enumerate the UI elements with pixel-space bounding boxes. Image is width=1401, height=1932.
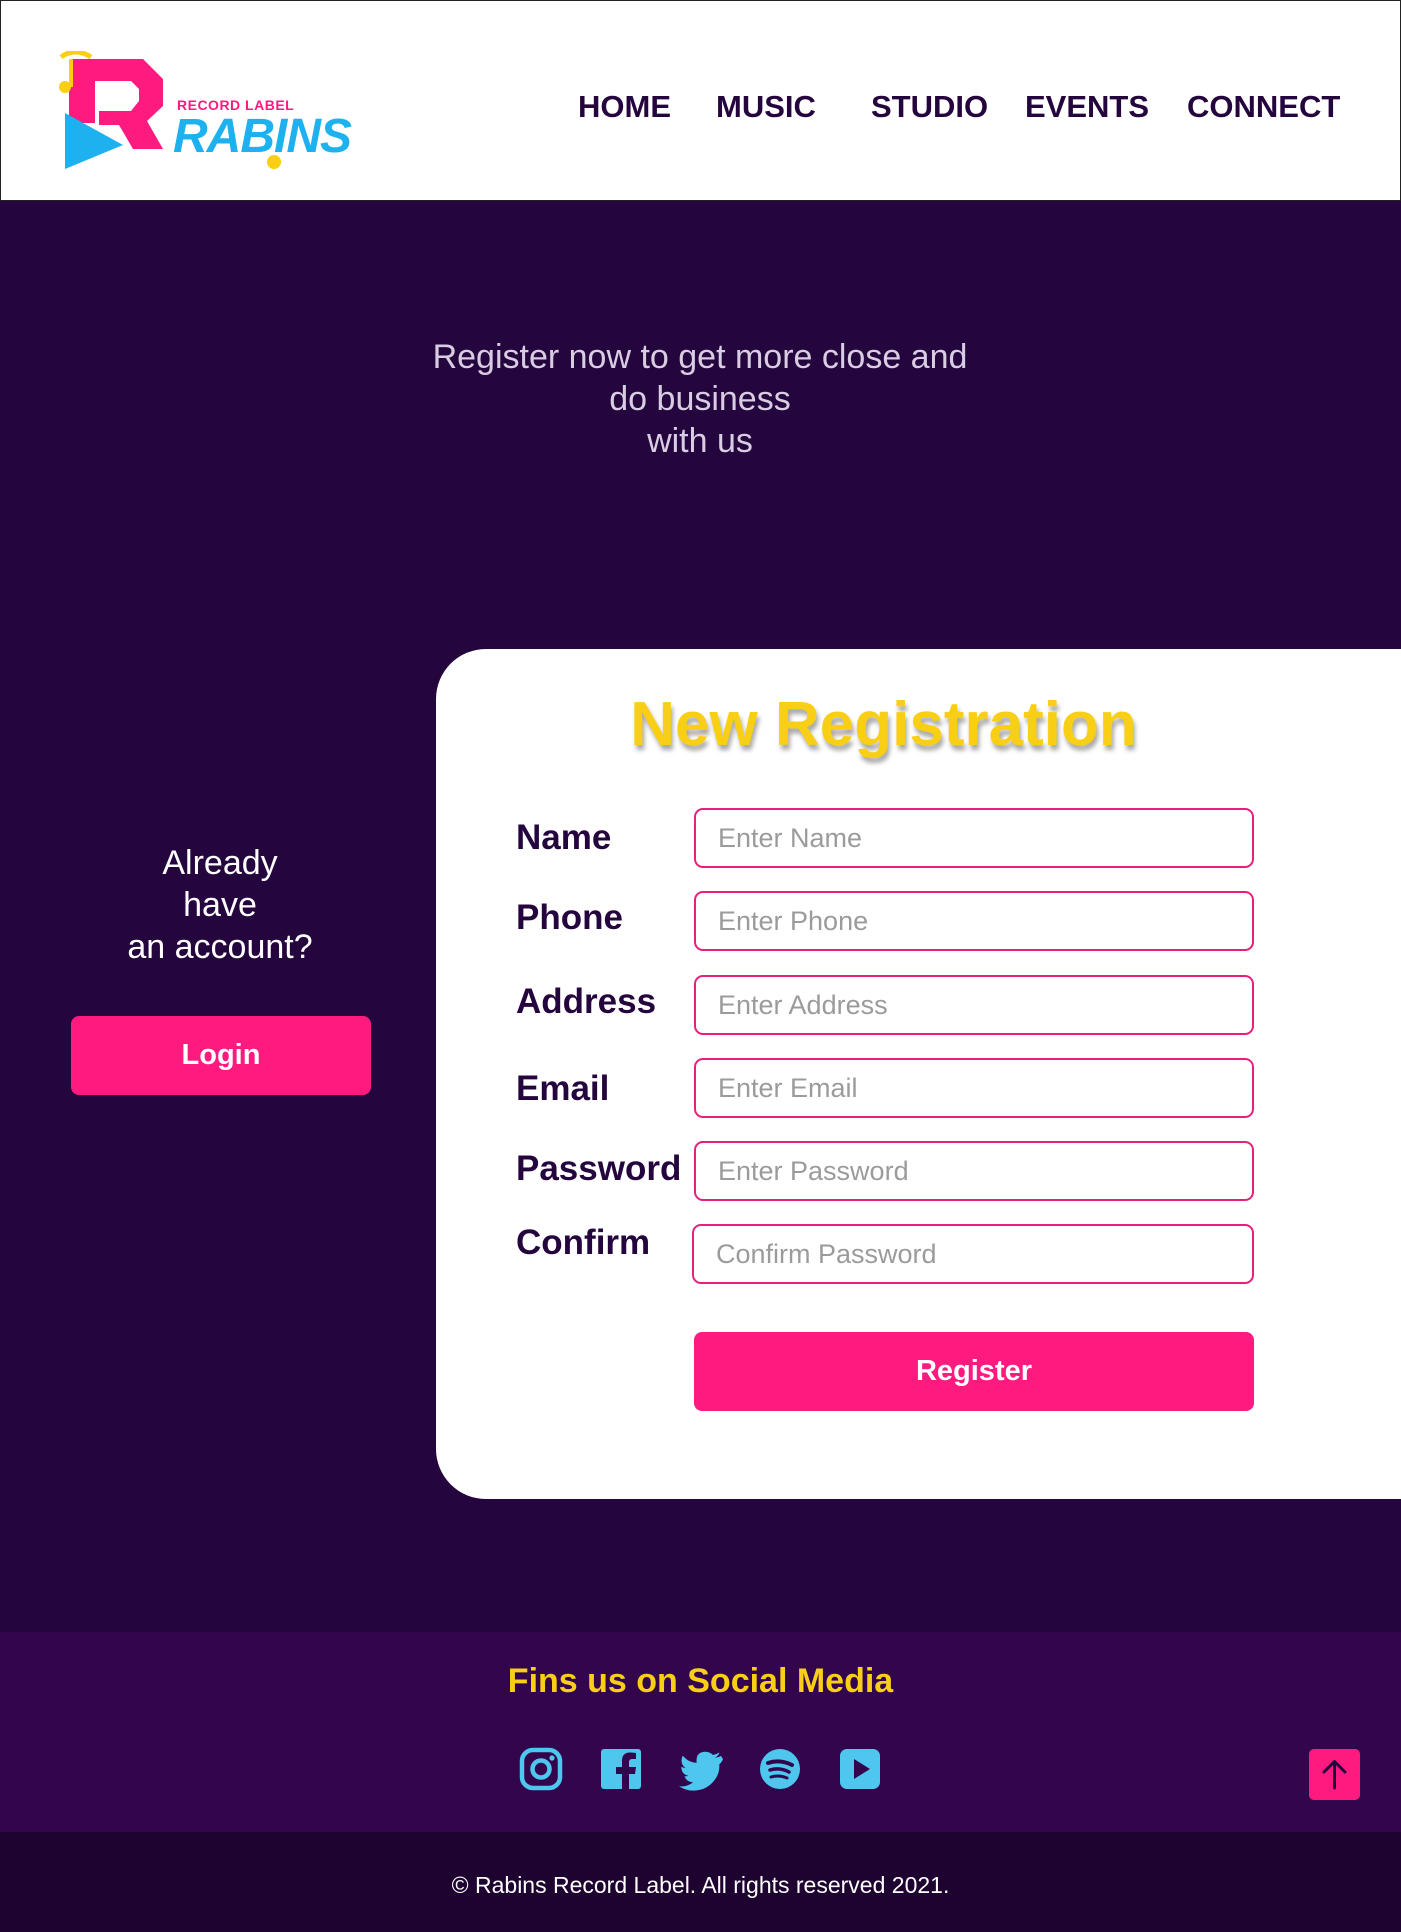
phone-label: Phone (516, 898, 623, 937)
name-input[interactable] (694, 808, 1254, 868)
confirm-password-input[interactable] (692, 1224, 1254, 1284)
nav-studio[interactable]: STUDIO (871, 89, 988, 125)
address-label: Address (516, 982, 657, 1021)
password-label: Password (516, 1149, 682, 1188)
nav-home[interactable]: HOME (578, 89, 671, 125)
confirm-label: Confirm (516, 1223, 651, 1262)
account-line: have (183, 886, 257, 924)
password-input[interactable] (694, 1141, 1254, 1201)
logo-title: RABINS (173, 110, 352, 163)
social-section: Fins us on Social Media (0, 1632, 1401, 1832)
social-title: Fins us on Social Media (507, 1662, 894, 1700)
register-button[interactable]: Register (694, 1332, 1254, 1411)
hero-line: do business (609, 380, 791, 418)
login-button[interactable]: Login (71, 1016, 371, 1095)
footer: © Rabins Record Label. All rights reserv… (0, 1832, 1401, 1932)
email-input[interactable] (694, 1058, 1254, 1118)
logo-dot-icon (267, 155, 281, 169)
instagram-icon[interactable] (519, 1747, 563, 1791)
youtube-icon[interactable] (838, 1747, 882, 1791)
nav-music[interactable]: MUSIC (716, 89, 816, 125)
already-have-account-text: Already have an account? (100, 842, 340, 968)
account-line: an account? (127, 928, 313, 966)
nav-events[interactable]: EVENTS (1025, 89, 1149, 125)
address-input[interactable] (694, 975, 1254, 1035)
form-title: New Registration (630, 690, 1137, 759)
hero-line: Register now to get more close and (432, 338, 968, 376)
phone-input[interactable] (694, 891, 1254, 951)
site-header: RECORD LABEL RABINS HOME MUSIC STUDIO EV… (0, 0, 1401, 201)
name-label: Name (516, 818, 612, 857)
hero-line: with us (647, 422, 753, 460)
nav-connect[interactable]: CONNECT (1187, 89, 1340, 125)
facebook-icon[interactable] (599, 1747, 643, 1791)
copyright-text: © Rabins Record Label. All rights reserv… (451, 1872, 950, 1898)
hero-text: Register now to get more close and do bu… (380, 336, 1020, 462)
logo-mark-icon (59, 51, 163, 169)
email-label: Email (516, 1069, 610, 1108)
rabins-logo[interactable]: RECORD LABEL RABINS (51, 51, 352, 176)
back-to-top-icon[interactable] (1309, 1749, 1360, 1800)
spotify-icon[interactable] (758, 1747, 802, 1791)
twitter-icon[interactable] (679, 1747, 723, 1791)
account-line: Already (162, 844, 278, 882)
registration-card: New Registration Name Phone Address Emai… (436, 649, 1401, 1499)
